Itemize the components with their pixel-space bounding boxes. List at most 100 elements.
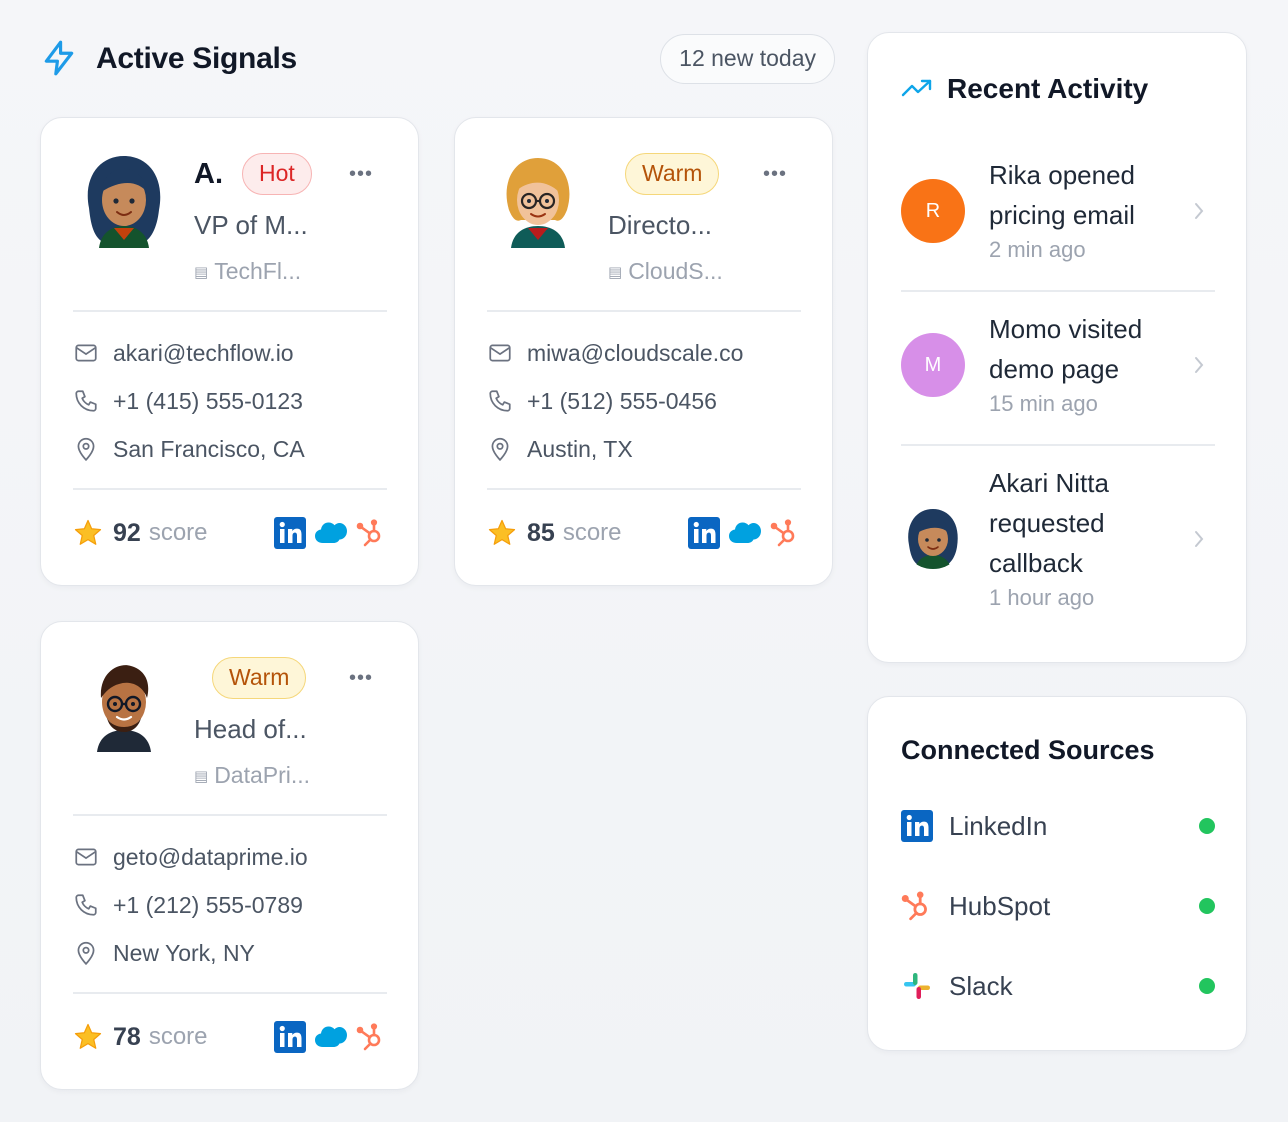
linkedin-icon[interactable] — [274, 517, 306, 549]
source-label: HubSpot — [949, 890, 1051, 921]
chevron-right-icon[interactable] — [1191, 354, 1207, 376]
map-pin-icon — [77, 941, 95, 966]
source-slack[interactable]: Slack — [901, 966, 1215, 1006]
more-options-icon[interactable]: ••• — [349, 667, 373, 690]
divider — [487, 310, 801, 312]
signals-header: Active Signals 12 new today — [40, 34, 835, 84]
contact-phone[interactable]: +1 (415) 555-0123 — [113, 388, 303, 415]
source-label: Slack — [949, 970, 1013, 1001]
divider — [73, 992, 387, 994]
score-value: 85 — [527, 518, 555, 547]
score: 92 score — [73, 518, 208, 548]
activity-time: 2 min ago — [989, 237, 1086, 262]
integrations — [274, 1021, 386, 1053]
phone-row: +1 (512) 555-0456 — [487, 385, 717, 417]
linkedin-icon[interactable] — [274, 1021, 306, 1053]
hubspot-icon[interactable] — [356, 1022, 386, 1052]
divider — [901, 290, 1215, 292]
more-options-icon[interactable]: ••• — [349, 163, 373, 186]
score-label: score — [148, 519, 208, 546]
contact-role: VP of M... — [194, 210, 308, 240]
activity-time: 1 hour ago — [989, 585, 1095, 610]
mail-icon — [489, 344, 511, 362]
map-pin-icon — [77, 437, 95, 462]
source-linkedin[interactable]: LinkedIn — [901, 806, 1215, 846]
more-options-icon[interactable]: ••• — [763, 163, 787, 186]
building-icon: ▤ — [194, 264, 209, 281]
contact-email[interactable]: miwa@cloudscale.co — [527, 340, 743, 367]
source-label: LinkedIn — [949, 810, 1048, 841]
activity-header: Recent Activity — [901, 73, 1148, 105]
score: 85 score — [487, 518, 622, 548]
score: 78 score — [73, 1022, 208, 1052]
activity-text: Akari Nitta requested callback — [989, 468, 1109, 578]
hubspot-icon — [901, 891, 927, 921]
linkedin-icon — [901, 810, 933, 842]
contact-email[interactable]: akari@techflow.io — [113, 340, 294, 367]
contact-phone[interactable]: +1 (212) 555-0789 — [113, 892, 303, 919]
hubspot-icon[interactable] — [356, 518, 386, 548]
star-icon — [488, 519, 516, 545]
chevron-right-icon[interactable] — [1191, 200, 1207, 222]
phone-icon — [489, 390, 511, 412]
salesforce-icon[interactable] — [314, 520, 348, 546]
divider — [73, 814, 387, 816]
activity-time: 15 min ago — [989, 391, 1098, 416]
status-dot — [1199, 978, 1215, 994]
activity-item[interactable]: Akari Nitta requested callback 1 hour ag… — [901, 465, 1215, 635]
avatar: M — [901, 333, 965, 397]
location-row: San Francisco, CA — [73, 433, 305, 465]
phone-icon — [75, 894, 97, 916]
new-today-badge: 12 new today — [660, 34, 835, 84]
score-label: score — [562, 519, 622, 546]
lightning-icon — [44, 40, 74, 76]
source-hubspot[interactable]: HubSpot — [901, 886, 1215, 926]
map-pin-icon — [491, 437, 509, 462]
sources-title: Connected Sources — [901, 735, 1155, 765]
status-badge: Warm — [625, 153, 720, 195]
page-title: Active Signals — [96, 42, 297, 75]
connected-sources-panel: Connected Sources LinkedIn HubSpot Slack — [867, 696, 1247, 1051]
chevron-right-icon[interactable] — [1191, 528, 1207, 550]
status-dot — [1199, 818, 1215, 834]
contact-location: New York, NY — [113, 939, 255, 966]
status-badge: Hot — [242, 153, 312, 195]
building-icon: ▤ — [194, 768, 209, 785]
divider — [73, 310, 387, 312]
contact-location: Austin, TX — [527, 435, 633, 462]
star-icon — [74, 519, 102, 545]
status-badge: Warm — [212, 657, 307, 699]
activity-item[interactable]: R Rika opened pricing email 2 min ago — [901, 157, 1215, 287]
salesforce-icon[interactable] — [314, 1024, 348, 1050]
recent-activity-panel: Recent Activity R Rika opened pricing em… — [867, 32, 1247, 663]
contact-card[interactable]: A. Hot ••• VP of M... ▤ TechFl... akari@t… — [40, 117, 419, 586]
divider — [901, 444, 1215, 446]
hubspot-icon[interactable] — [770, 518, 800, 548]
location-row: New York, NY — [73, 937, 255, 969]
divider — [487, 488, 801, 490]
integrations — [688, 517, 800, 549]
contact-company: ▤ CloudS... — [608, 258, 723, 284]
avatar — [97, 665, 151, 752]
salesforce-icon[interactable] — [728, 520, 762, 546]
contact-company: ▤ TechFl... — [194, 258, 302, 284]
avatar — [87, 156, 161, 248]
contact-email[interactable]: geto@dataprime.io — [113, 844, 308, 871]
email-row: geto@dataprime.io — [73, 841, 308, 873]
contact-card[interactable]: Warm ••• Head of... ▤ DataPri... geto@dat… — [40, 621, 419, 1090]
phone-row: +1 (212) 555-0789 — [73, 889, 303, 921]
linkedin-icon[interactable] — [688, 517, 720, 549]
activity-text: Momo visited demo page — [989, 314, 1143, 384]
phone-row: +1 (415) 555-0123 — [73, 385, 303, 417]
activity-item[interactable]: M Momo visited demo page 15 min ago — [901, 311, 1215, 441]
score-value: 92 — [113, 518, 141, 547]
email-row: miwa@cloudscale.co — [487, 337, 743, 369]
mail-icon — [75, 848, 97, 866]
building-icon: ▤ — [608, 264, 623, 281]
contact-phone[interactable]: +1 (512) 555-0456 — [527, 388, 717, 415]
contact-name: A. — [194, 158, 223, 190]
contact-card[interactable]: Warm ••• Directo... ▤ CloudS... miwa@clou… — [454, 117, 833, 586]
activity-text: Rika opened pricing email — [989, 160, 1135, 230]
divider — [73, 488, 387, 490]
contact-company: ▤ DataPri... — [194, 762, 311, 788]
